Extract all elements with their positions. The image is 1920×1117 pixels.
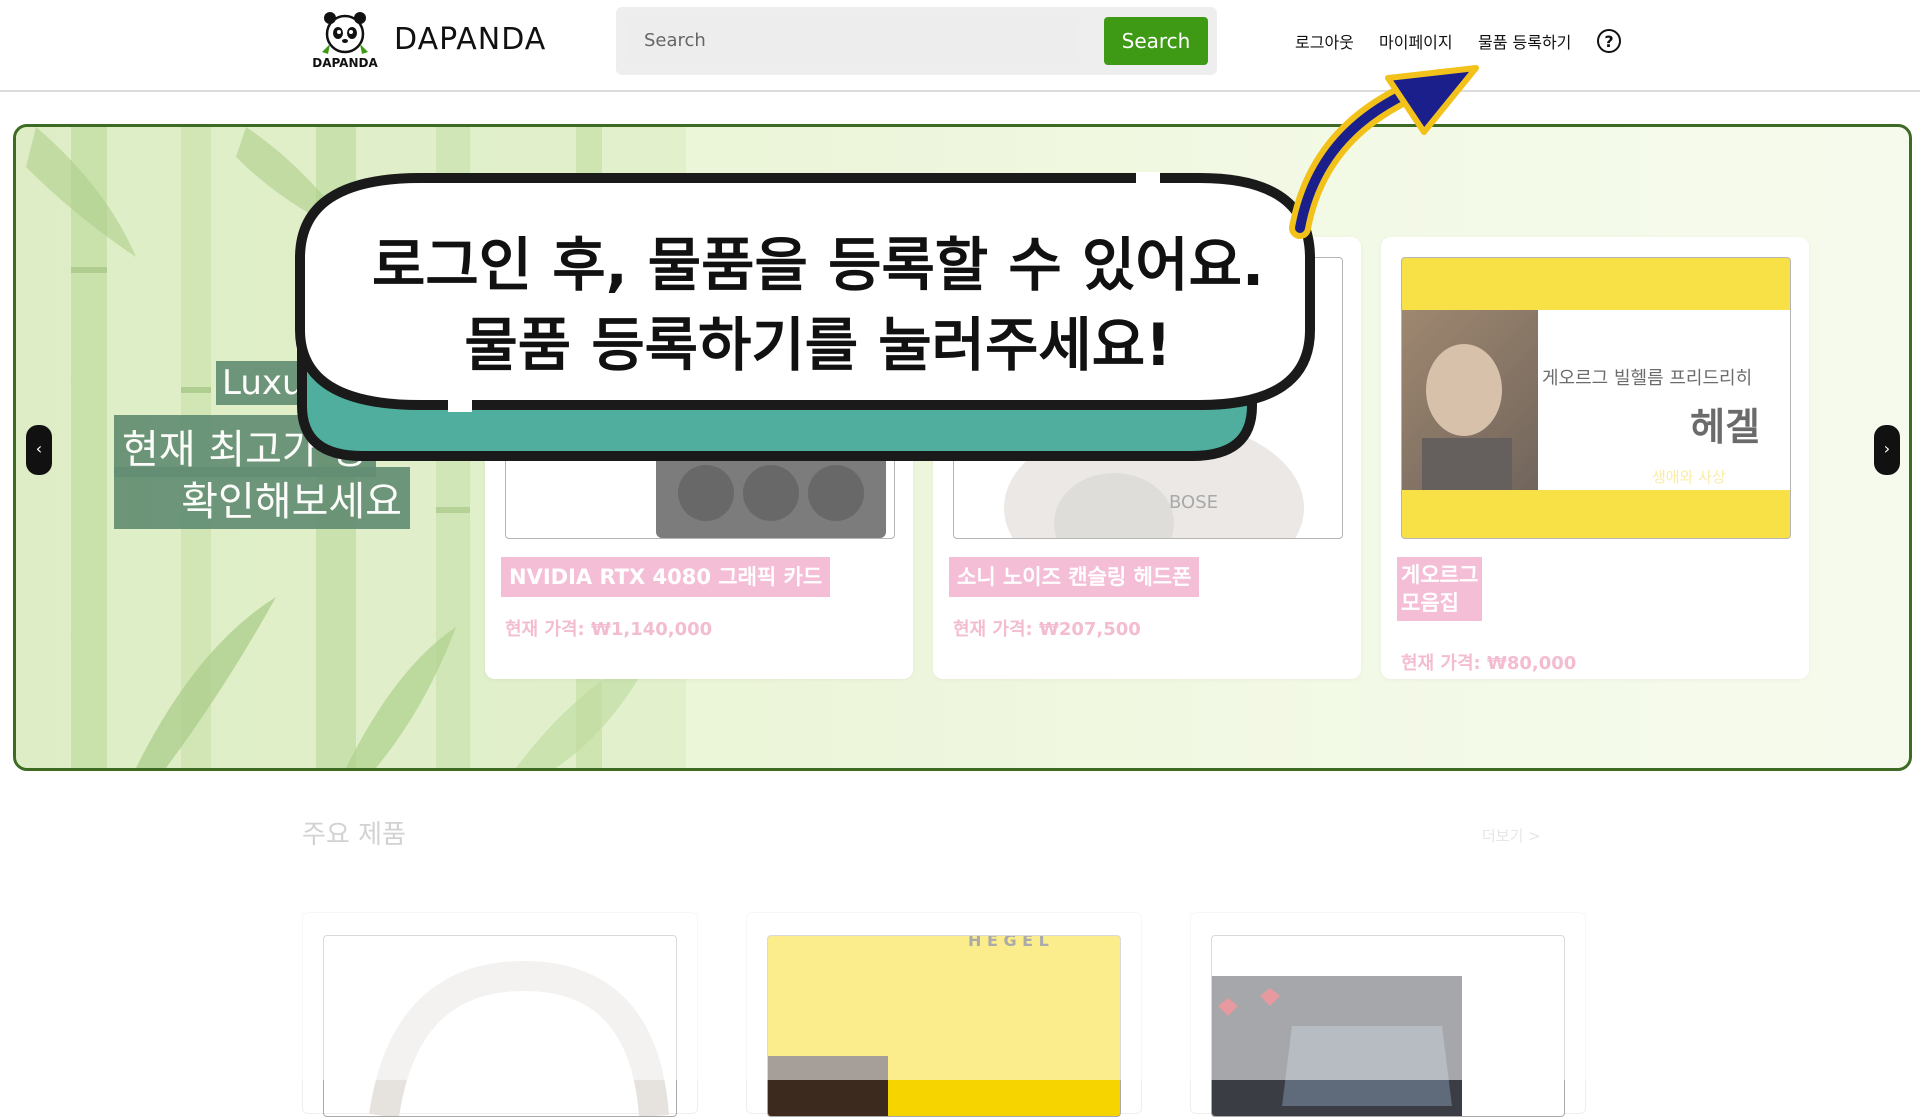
tutorial-line2: 물품 등록하기를 눌러주세요! (464, 311, 1172, 379)
tutorial-line1: 로그인 후, 물품을 등록할 수 있어요. (371, 231, 1265, 299)
tutorial-overlay (295, 65, 1479, 461)
pointer-arrow-icon (1289, 65, 1479, 239)
